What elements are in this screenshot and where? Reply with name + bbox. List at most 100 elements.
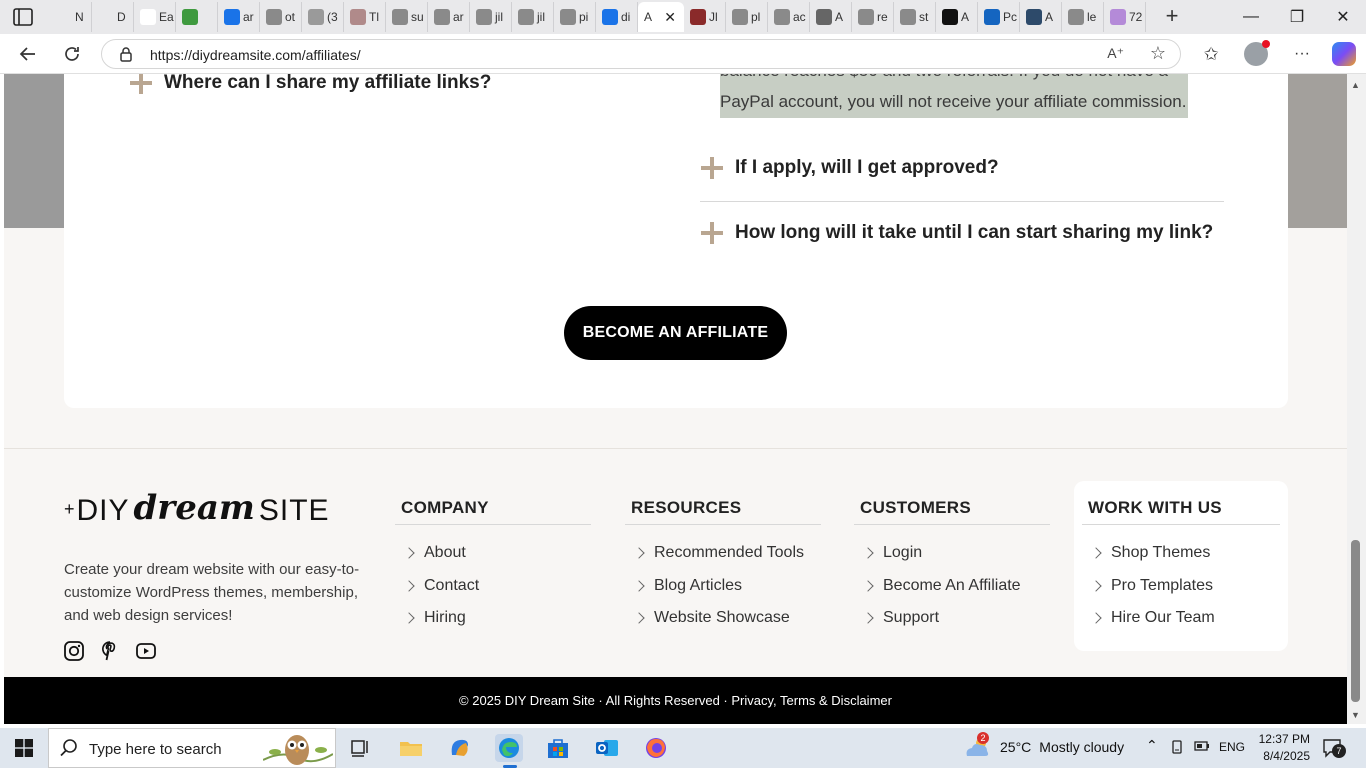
scroll-down-arrow-icon[interactable]: ▼ <box>1351 710 1360 720</box>
notification-count-badge: 7 <box>1332 744 1346 758</box>
footer-link-contact[interactable]: Contact <box>403 570 591 603</box>
link-label[interactable]: Hiring <box>424 609 466 627</box>
browser-tab[interactable]: search-iconle <box>1062 2 1104 32</box>
footer-link-blog-articles[interactable]: Blog Articles <box>633 570 821 603</box>
copyright-text[interactable]: © 2025 DIY Dream Site · All Rights Reser… <box>459 693 892 708</box>
browser-tab[interactable]: search-icondi <box>596 2 638 32</box>
browser-tab[interactable]: brand-iconA <box>936 2 978 32</box>
browser-tab[interactable]: search-iconst <box>894 2 936 32</box>
link-label[interactable]: Hire Our Team <box>1111 609 1215 627</box>
copilot-taskbar-button[interactable] <box>446 734 474 762</box>
favorite-star-icon[interactable]: ☆ <box>1150 43 1166 64</box>
active-browser-tab[interactable]: A ✕ <box>638 2 684 32</box>
footer-link-pro-templates[interactable]: Pro Templates <box>1090 570 1280 603</box>
browser-tab[interactable]: search-iconpl <box>726 2 768 32</box>
system-clock[interactable]: 12:37 PM 8/4/2025 <box>1254 731 1310 765</box>
scroll-up-arrow-icon[interactable]: ▲ <box>1351 80 1360 90</box>
footer-link-hiring[interactable]: Hiring <box>403 602 591 635</box>
input-language[interactable]: ENG <box>1219 740 1245 754</box>
link-label[interactable]: Recommended Tools <box>654 544 804 562</box>
restore-button[interactable]: ❐ <box>1274 0 1320 34</box>
scrollbar-thumb[interactable] <box>1351 540 1360 702</box>
new-tab-button[interactable]: + <box>1160 5 1184 29</box>
firefox-taskbar-button[interactable] <box>642 734 670 762</box>
taskbar-search[interactable]: Type here to search <box>48 728 336 768</box>
browser-tab[interactable]: image-iconTl <box>344 2 386 32</box>
file-explorer-button[interactable] <box>397 734 425 762</box>
close-window-button[interactable]: ✕ <box>1320 0 1366 34</box>
browser-tab[interactable]: notion-iconEa <box>134 2 176 32</box>
browser-tab[interactable]: search-iconjil <box>512 2 554 32</box>
footer-link-website-showcase[interactable]: Website Showcase <box>633 602 821 635</box>
link-label[interactable]: Become An Affiliate <box>883 577 1021 595</box>
footer-column-company: COMPANY About Contact Hiring <box>395 494 591 635</box>
edge-taskbar-button[interactable] <box>495 734 523 768</box>
workspaces-icon[interactable] <box>12 7 34 27</box>
refresh-button[interactable] <box>59 42 85 66</box>
start-button[interactable] <box>0 728 48 768</box>
instagram-icon[interactable] <box>63 640 85 662</box>
browser-tab[interactable]: search-iconjil <box>470 2 512 32</box>
show-hidden-icons-chevron-icon[interactable]: ⌃ <box>1146 737 1158 754</box>
chevron-right-icon <box>1090 547 1102 559</box>
browser-tab[interactable]: search-iconot <box>260 2 302 32</box>
footer-link-recommended-tools[interactable]: Recommended Tools <box>633 537 821 570</box>
browser-tab[interactable]: search-iconpi <box>554 2 596 32</box>
browser-tab[interactable]: globe-icon <box>176 2 218 32</box>
link-label[interactable]: Website Showcase <box>654 609 790 627</box>
url-text[interactable]: https://diydreamsite.com/affiliates/ <box>150 47 361 63</box>
browser-tab[interactable]: search-iconre <box>852 2 894 32</box>
footer-link-hire-our-team[interactable]: Hire Our Team <box>1090 602 1280 635</box>
address-bar[interactable]: https://diydreamsite.com/affiliates/ A⁺ … <box>101 39 1181 69</box>
browser-tab[interactable]: flag-iconJl <box>684 2 726 32</box>
browser-tab[interactable]: search-iconac <box>768 2 810 32</box>
footer-link-support[interactable]: Support <box>862 602 1050 635</box>
browser-tab[interactable]: academy-iconA <box>1020 2 1062 32</box>
notification-center-button[interactable]: 7 <box>1322 738 1346 758</box>
back-button[interactable] <box>15 42 41 66</box>
pinterest-icon[interactable] <box>99 640 121 662</box>
faq-item-how-long[interactable]: How long will it take until I can start … <box>701 222 1213 244</box>
page-scrollbar[interactable]: ▲ ▼ <box>1347 74 1366 724</box>
browser-tab[interactable]: page-icon(3 <box>302 2 344 32</box>
minimize-button[interactable]: — <box>1228 0 1274 34</box>
outlook-taskbar-button[interactable] <box>593 734 621 762</box>
become-affiliate-button[interactable]: BECOME AN AFFILIATE <box>564 306 787 360</box>
read-aloud-icon[interactable]: A⁺ <box>1107 45 1124 62</box>
footer-link-login[interactable]: Login <box>862 537 1050 570</box>
store-taskbar-button[interactable] <box>544 734 572 762</box>
footer-link-about[interactable]: About <box>403 537 591 570</box>
browser-tab[interactable]: xf-iconPc <box>978 2 1020 32</box>
browser-tab[interactable]: spark-icon72 <box>1104 2 1146 32</box>
favorites-button[interactable]: ✩ <box>1198 42 1224 66</box>
battery-icon[interactable] <box>1194 740 1210 755</box>
browser-tab[interactable]: openai-iconD <box>92 2 134 32</box>
faq-item-approved[interactable]: If I apply, will I get approved? <box>701 157 999 179</box>
link-label[interactable]: Blog Articles <box>654 577 742 595</box>
profile-avatar[interactable] <box>1244 40 1270 66</box>
network-icon[interactable] <box>1170 740 1184 757</box>
browser-tab[interactable]: arrow-iconA <box>810 2 852 32</box>
browser-tab[interactable]: search-iconar <box>428 2 470 32</box>
footer-link-shop-themes[interactable]: Shop Themes <box>1090 537 1280 570</box>
link-label[interactable]: Shop Themes <box>1111 544 1210 562</box>
link-label[interactable]: About <box>424 544 466 562</box>
link-label[interactable]: Support <box>883 609 939 627</box>
link-label[interactable]: Login <box>883 544 922 562</box>
faq-item-share-links[interactable]: Where can I share my affiliate links? <box>130 74 491 94</box>
browser-tab[interactable]: search-iconar <box>218 2 260 32</box>
browser-tab[interactable]: stock-chart-iconN <box>50 2 92 32</box>
browser-tab[interactable]: search-iconsu <box>386 2 428 32</box>
weather-widget[interactable]: 2 25°C Mostly cloudy <box>964 732 1124 758</box>
link-label[interactable]: Pro Templates <box>1111 577 1213 595</box>
link-label[interactable]: Contact <box>424 577 479 595</box>
youtube-icon[interactable] <box>135 640 157 662</box>
close-tab-icon[interactable]: ✕ <box>664 9 676 26</box>
lock-icon[interactable] <box>118 46 134 62</box>
copilot-icon[interactable] <box>1332 42 1356 66</box>
settings-more-button[interactable]: ··· <box>1289 42 1315 66</box>
site-logo[interactable]: + DIY dream SITE <box>64 488 330 528</box>
footer-link-become-affiliate[interactable]: Become An Affiliate <box>862 570 1050 603</box>
task-view-button[interactable] <box>346 734 374 762</box>
search-placeholder[interactable]: Type here to search <box>89 741 222 758</box>
